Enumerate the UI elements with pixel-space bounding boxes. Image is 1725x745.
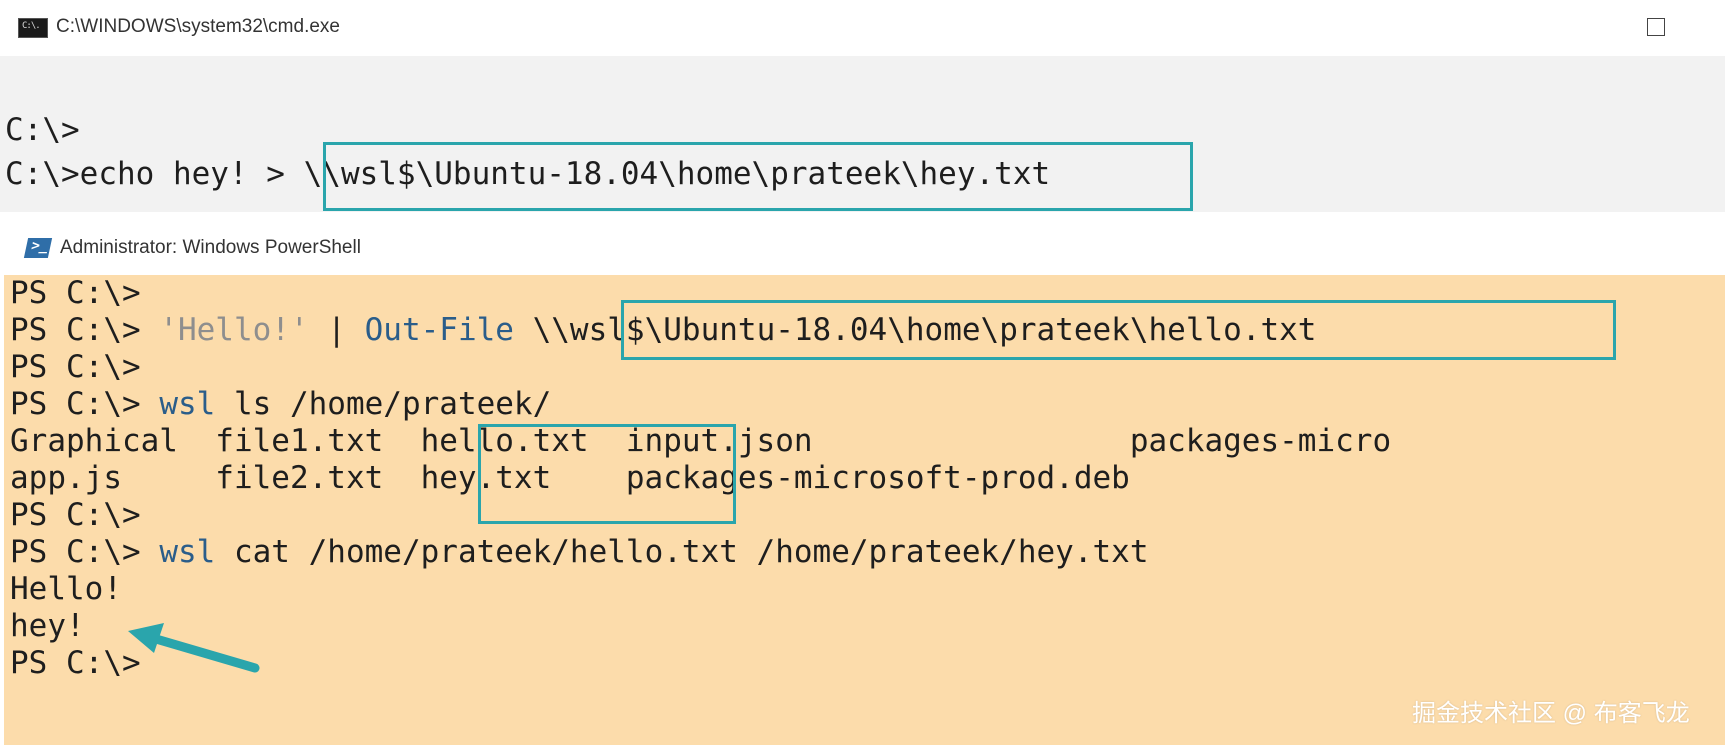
ps-args: ls /home/prateek/ [215, 386, 552, 422]
powershell-window-title: Administrator: Windows PowerShell [60, 237, 361, 258]
powershell-titlebar[interactable]: >_ Administrator: Windows PowerShell [4, 220, 1725, 275]
cmd-line-echo: C:\>echo hey! > \\wsl$\Ubuntu-18.04\home… [5, 156, 1051, 192]
ps-pipe: | [308, 312, 365, 348]
cat-output-line: Hello! [10, 571, 122, 607]
maximize-button[interactable] [1647, 18, 1665, 36]
cmd-line-prompt: C:\> [5, 112, 80, 148]
ps-line-outfile: PS C:\> 'Hello!' | Out-File \\wsl$\Ubunt… [10, 312, 1316, 349]
ps-line-wsl-cat: PS C:\> wsl cat /home/prateek/hello.txt … [10, 534, 1149, 571]
ps-string-literal: 'Hello!' [159, 312, 309, 348]
powershell-icon: >_ [23, 238, 53, 258]
ps-line-wsl-ls: PS C:\> wsl ls /home/prateek/ [10, 386, 551, 423]
ps-command: wsl [159, 386, 216, 422]
ls-output-row: app.js file2.txt hey.txt packages-micros… [10, 460, 1130, 496]
powershell-icon-glyph: >_ [29, 238, 50, 254]
watermark: 掘金技术社区 @ 布客飞龙 [1412, 700, 1690, 727]
ps-command: wsl [159, 534, 216, 570]
ps-prompt: PS C:\> [10, 534, 160, 570]
cmd-app-icon: C:\. [18, 18, 48, 38]
cmd-window-title: C:\WINDOWS\system32\cmd.exe [56, 16, 340, 37]
ls-output-row: Graphical file1.txt hello.txt input.json… [10, 423, 1392, 459]
cmd-console[interactable]: C:\> C:\>echo hey! > \\wsl$\Ubuntu-18.04… [0, 56, 1725, 212]
ps-line-prompt: PS C:\> [10, 349, 141, 385]
annotation-arrow-icon [128, 623, 260, 673]
cmd-window: C:\. C:\WINDOWS\system32\cmd.exe C:\> C:… [0, 0, 1725, 212]
cat-output-line: hey! [10, 608, 85, 644]
ps-prompt: PS C:\> [10, 386, 160, 422]
ps-cmdlet: Out-File [364, 312, 514, 348]
ps-line-prompt: PS C:\> [10, 275, 141, 311]
ps-prompt: PS C:\> [10, 312, 160, 348]
ps-args: cat /home/prateek/hello.txt /home/pratee… [215, 534, 1149, 570]
ps-line-prompt: PS C:\> [10, 497, 141, 533]
cmd-icon-glyph: C:\. [22, 21, 41, 31]
cmd-titlebar[interactable]: C:\. C:\WINDOWS\system32\cmd.exe [0, 0, 1725, 56]
ps-path: \\wsl$\Ubuntu-18.04\home\prateek\hello.t… [513, 312, 1317, 348]
